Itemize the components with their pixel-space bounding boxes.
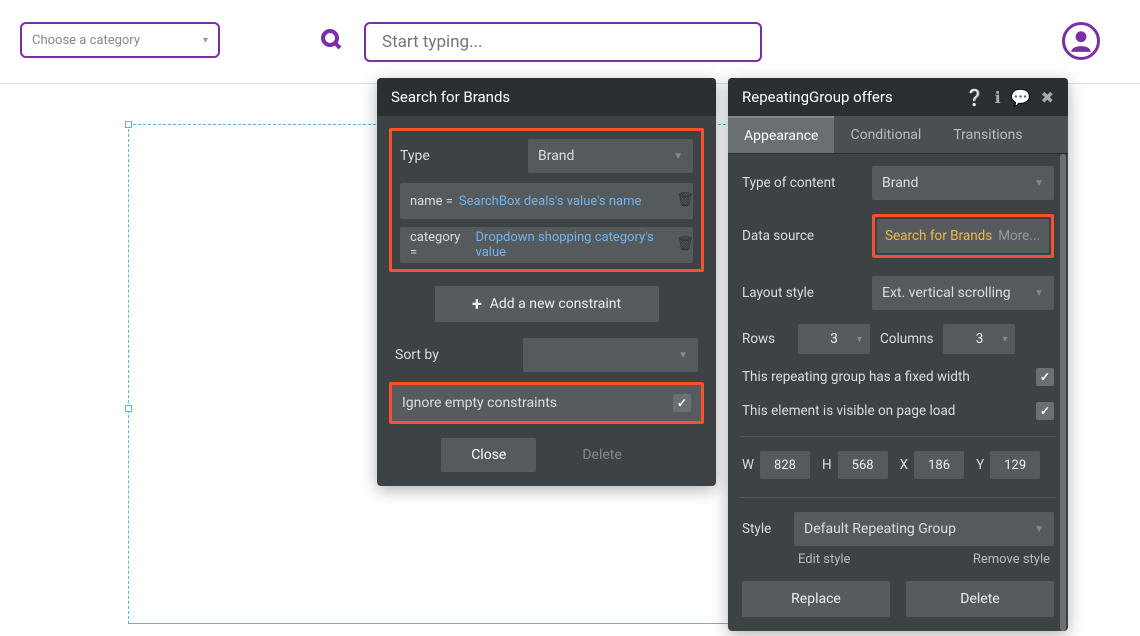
resize-handle[interactable] xyxy=(125,121,132,128)
chevron-down-icon: ▼ xyxy=(1034,524,1044,535)
constraint-field: name = xyxy=(410,194,453,209)
top-bar: Choose a category ▾ xyxy=(0,0,1140,84)
divider xyxy=(740,497,1056,498)
trash-icon[interactable]: 🗑 xyxy=(676,192,694,208)
fixed-width-checkbox[interactable]: ✓ xyxy=(1036,368,1054,386)
plus-icon: + xyxy=(472,294,482,315)
type-dropdown[interactable]: Brand ▼ xyxy=(528,139,693,173)
avatar[interactable] xyxy=(1062,22,1100,60)
chevron-down-icon: ▼ xyxy=(1034,178,1044,189)
resize-handle[interactable] xyxy=(125,405,132,412)
help-icon[interactable]: ❔ xyxy=(965,88,985,107)
data-source-highlight: Search for Brands More... xyxy=(872,214,1054,258)
constraint-expression: Dropdown shopping category's value xyxy=(476,230,683,260)
data-source-label: Data source xyxy=(742,228,862,244)
constraint-field: category = xyxy=(410,230,470,260)
close-button[interactable]: Close xyxy=(441,438,536,472)
y-input[interactable]: 129 xyxy=(990,451,1040,479)
rows-input[interactable]: 3▼ xyxy=(798,324,870,354)
comment-icon[interactable]: 💬 xyxy=(1011,88,1031,107)
height-input[interactable]: 568 xyxy=(838,451,888,479)
style-label: Style xyxy=(742,521,784,537)
y-label: Y xyxy=(976,457,984,473)
property-tabs: Appearance Conditional Transitions xyxy=(728,116,1068,154)
chevron-down-icon: ▾ xyxy=(203,35,208,46)
popup-header[interactable]: RepeatingGroup offers ❔ ℹ 💬 ✖ xyxy=(728,78,1068,116)
rows-label: Rows xyxy=(742,331,788,347)
chevron-down-icon: ▼ xyxy=(1001,334,1010,345)
category-dropdown[interactable]: Choose a category ▾ xyxy=(20,22,220,58)
ignore-empty-checkbox[interactable]: ✓ xyxy=(673,394,691,412)
ignore-empty-row[interactable]: Ignore empty constraints ✓ xyxy=(392,385,701,421)
popup-header[interactable]: Search for Brands xyxy=(377,78,716,116)
x-input[interactable]: 186 xyxy=(914,451,964,479)
sort-by-dropdown[interactable]: ▼ xyxy=(523,338,698,372)
divider xyxy=(740,436,1056,437)
visible-on-load-checkbox[interactable]: ✓ xyxy=(1036,402,1054,420)
constraints-highlight: Type Brand ▼ name = SearchBox deals's va… xyxy=(389,128,704,272)
popup-title: RepeatingGroup offers xyxy=(742,88,893,106)
category-placeholder: Choose a category xyxy=(32,33,140,48)
search-input[interactable] xyxy=(364,22,762,62)
type-label: Type xyxy=(400,148,520,164)
data-source-more: More... xyxy=(998,228,1040,244)
replace-button[interactable]: Replace xyxy=(742,581,890,617)
w-label: W xyxy=(742,457,754,473)
layout-style-dropdown[interactable]: Ext. vertical scrolling ▼ xyxy=(872,276,1054,310)
tab-conditional[interactable]: Conditional xyxy=(834,116,937,153)
type-of-content-label: Type of content xyxy=(742,175,862,191)
sort-by-label: Sort by xyxy=(395,347,515,363)
columns-label: Columns xyxy=(880,331,933,347)
chevron-down-icon: ▼ xyxy=(678,350,688,361)
ignore-empty-highlight: Ignore empty constraints ✓ xyxy=(389,382,704,424)
close-icon[interactable]: ✖ xyxy=(1041,88,1054,107)
chevron-down-icon: ▼ xyxy=(673,151,683,162)
visible-on-load-label: This element is visible on page load xyxy=(742,403,1036,419)
h-label: H xyxy=(822,457,832,473)
remove-style-link[interactable]: Remove style xyxy=(973,552,1050,567)
delete-button[interactable]: Delete xyxy=(552,438,651,472)
search-constraints-popup: Search for Brands Type Brand ▼ name = Se… xyxy=(377,78,716,486)
constraint-expression: SearchBox deals's value's name xyxy=(459,194,642,209)
constraint-row[interactable]: category = Dropdown shopping category's … xyxy=(400,227,693,263)
search-icon[interactable] xyxy=(320,28,344,58)
columns-input[interactable]: 3▼ xyxy=(943,324,1015,354)
data-source-field[interactable]: Search for Brands More... xyxy=(877,219,1049,253)
element-properties-popup: RepeatingGroup offers ❔ ℹ 💬 ✖ Appearance… xyxy=(728,78,1068,631)
ignore-empty-label: Ignore empty constraints xyxy=(402,395,557,411)
layout-style-label: Layout style xyxy=(742,285,862,301)
x-label: X xyxy=(900,457,908,473)
chevron-down-icon: ▼ xyxy=(1034,288,1044,299)
chevron-down-icon: ▼ xyxy=(855,334,864,345)
data-source-value: Search for Brands xyxy=(885,228,992,244)
delete-button[interactable]: Delete xyxy=(906,581,1054,617)
style-dropdown[interactable]: Default Repeating Group ▼ xyxy=(794,512,1054,546)
width-input[interactable]: 828 xyxy=(760,451,810,479)
edit-style-link[interactable]: Edit style xyxy=(798,552,850,567)
info-icon[interactable]: ℹ xyxy=(995,88,1001,107)
add-constraint-button[interactable]: + Add a new constraint xyxy=(435,286,659,322)
tab-appearance[interactable]: Appearance xyxy=(728,116,834,153)
tab-transitions[interactable]: Transitions xyxy=(937,116,1038,153)
fixed-width-label: This repeating group has a fixed width xyxy=(742,369,1036,385)
popup-title: Search for Brands xyxy=(391,88,510,106)
add-constraint-label: Add a new constraint xyxy=(490,296,621,312)
type-value: Brand xyxy=(538,148,574,164)
constraint-row[interactable]: name = SearchBox deals's value's name 🗑 xyxy=(400,183,693,219)
trash-icon[interactable]: 🗑 xyxy=(676,236,694,252)
type-of-content-dropdown[interactable]: Brand ▼ xyxy=(872,166,1054,200)
